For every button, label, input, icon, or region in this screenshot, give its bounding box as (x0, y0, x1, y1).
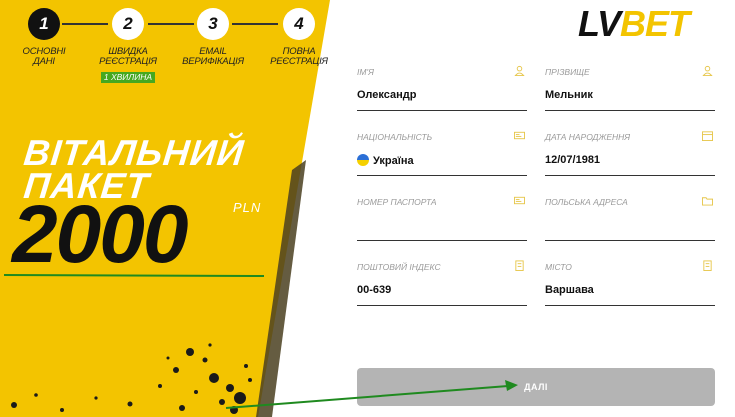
lvbet-logo: LVBET (578, 3, 690, 44)
nationality-field[interactable]: НАЦІОНАЛЬНІСТЬ Україна (357, 126, 527, 176)
quick-registration-badge: 1 ХВИЛИНА (100, 72, 156, 83)
folder-icon (702, 197, 713, 206)
user-icon (514, 65, 525, 76)
passport-field[interactable]: НОМЕР ПАСПОРТА (357, 191, 527, 241)
address-label: ПОЛЬСЬКА АДРЕСА (545, 197, 628, 207)
calendar-icon (702, 131, 713, 141)
postal-code-field[interactable]: ПОШТОВИЙ ІНДЕКС 00-639 (357, 256, 527, 306)
promo-amount: 2000 (12, 189, 188, 280)
nationality-label: НАЦІОНАЛЬНІСТЬ (357, 132, 433, 142)
birth-date-label: ДАТА НАРОДЖЕННЯ (545, 132, 631, 142)
first-name-label: ІМ'Я (357, 67, 374, 77)
nationality-value: Україна (357, 154, 414, 167)
step-1-number: 1 (28, 8, 60, 40)
step-3-label: EMAIL ВЕРИФІКАЦІЯ (182, 46, 244, 67)
step-2-number: 2 (112, 8, 144, 40)
ukraine-flag-icon (357, 154, 369, 166)
city-value: Варшава (545, 284, 594, 296)
user-icon (702, 65, 713, 76)
step-4-label: ПОВНА РЕЄСТРАЦІЯ (270, 46, 328, 67)
city-label: МІСТО (545, 262, 572, 272)
building-icon (515, 260, 524, 271)
step-2[interactable]: 2 ШВИДКА РЕЄСТРАЦІЯ 1 ХВИЛИНА (93, 8, 163, 85)
address-field[interactable]: ПОЛЬСЬКА АДРЕСА (545, 191, 715, 241)
first-name-value: Олександр (357, 89, 417, 101)
step-1-label: ОСНОВНІ ДАНІ (22, 46, 66, 67)
step-1[interactable]: 1 ОСНОВНІ ДАНІ (9, 8, 79, 67)
last-name-field[interactable]: ПРІЗВИЩЕ Мельник (545, 61, 715, 111)
step-3-number: 3 (197, 8, 229, 40)
step-4-number: 4 (283, 8, 315, 40)
next-button[interactable]: ДАЛІ (357, 368, 715, 406)
registration-stepper: 1 ОСНОВНІ ДАНІ 2 ШВИДКА РЕЄСТРАЦІЯ 1 ХВИЛИ… (0, 0, 330, 90)
promo-currency: PLN (233, 200, 262, 215)
passport-label: НОМЕР ПАСПОРТА (357, 197, 437, 207)
last-name-label: ПРІЗВИЩЕ (545, 67, 590, 77)
id-card-icon (514, 131, 525, 140)
id-card-icon (514, 196, 525, 205)
birth-date-field[interactable]: ДАТА НАРОДЖЕННЯ 12/07/1981 (545, 126, 715, 176)
last-name-value: Мельник (545, 89, 593, 101)
step-4[interactable]: 4 ПОВНА РЕЄСТРАЦІЯ (264, 8, 334, 67)
building-icon (703, 260, 712, 271)
first-name-field[interactable]: ІМ'Я Олександр (357, 61, 527, 111)
step-3[interactable]: 3 EMAIL ВЕРИФІКАЦІЯ (178, 8, 248, 67)
step-2-label: ШВИДКА РЕЄСТРАЦІЯ (99, 46, 157, 67)
birth-date-value: 12/07/1981 (545, 154, 601, 166)
postal-code-label: ПОШТОВИЙ ІНДЕКС (357, 262, 441, 272)
postal-code-value: 00-639 (357, 284, 392, 296)
city-field[interactable]: МІСТО Варшава (545, 256, 715, 306)
